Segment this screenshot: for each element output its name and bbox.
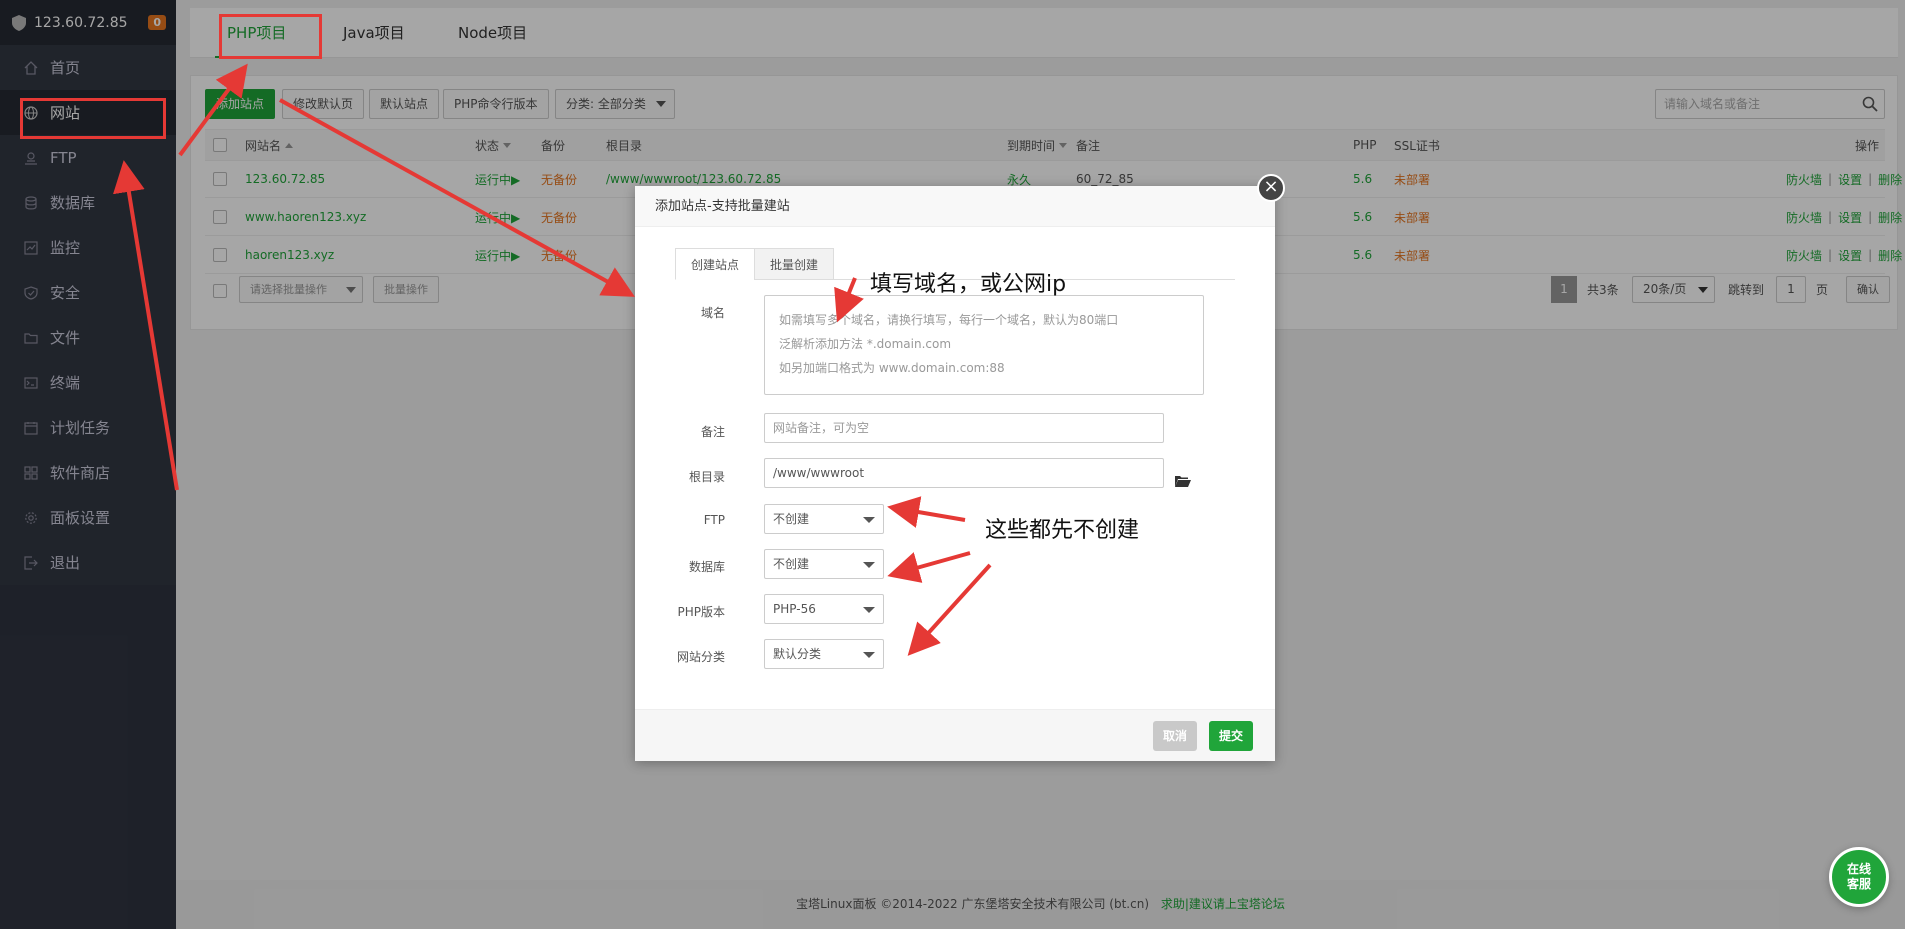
- php-version-label: PHP版本: [677, 605, 726, 619]
- domain-textarea[interactable]: 如需填写多个域名，请换行填写，每行一个域名，默认为80端口 泛解析添加方法 *.…: [764, 295, 1204, 395]
- ftp-select-value: 不创建: [773, 512, 810, 526]
- annotation-domain-tip: 填写域名，或公网ip: [870, 272, 1067, 297]
- site-category-select[interactable]: 默认分类: [764, 639, 884, 669]
- chat-label-line1: 在线: [1846, 862, 1871, 876]
- annotation-no-create-tip: 这些都先不创建: [985, 518, 1140, 543]
- database-select-value: 不创建: [773, 557, 810, 571]
- root-dir-input[interactable]: /www/wwwroot: [764, 458, 1164, 488]
- chat-label-line2: 客服: [1846, 877, 1871, 891]
- ftp-select[interactable]: 不创建: [764, 504, 884, 534]
- note-label: 备注: [700, 425, 725, 439]
- domain-hint-line: 泛解析添加方法 *.domain.com: [779, 337, 952, 351]
- cancel-button[interactable]: 取消: [1153, 721, 1198, 751]
- chevron-down-icon: [863, 607, 875, 613]
- highlight-box-php-tab: [219, 14, 322, 59]
- folder-open-icon[interactable]: [1175, 474, 1191, 488]
- note-input[interactable]: 网站备注，可为空: [764, 413, 1164, 443]
- close-icon[interactable]: ×: [1257, 174, 1285, 202]
- root-label: 根目录: [688, 470, 725, 484]
- php-version-select[interactable]: PHP-56: [764, 594, 884, 624]
- chevron-down-icon: [863, 562, 875, 568]
- online-support-button[interactable]: 在线 客服: [1829, 847, 1889, 907]
- dialog-footer: 取消 提交: [635, 709, 1275, 761]
- domain-label: 域名: [700, 306, 725, 320]
- highlight-box-website: [20, 98, 166, 139]
- submit-button[interactable]: 提交: [1209, 721, 1254, 751]
- chevron-down-icon: [863, 517, 875, 523]
- ftp-label: FTP: [703, 513, 725, 527]
- database-label: 数据库: [688, 560, 725, 574]
- domain-hint-line: 如需填写多个域名，请换行填写，每行一个域名，默认为80端口: [779, 313, 1119, 327]
- php-version-value: PHP-56: [773, 602, 816, 616]
- dialog-title: 添加站点-支持批量建站: [635, 186, 1275, 227]
- domain-hint-line: 如另加端口格式为 www.domain.com:88: [779, 361, 1005, 375]
- chevron-down-icon: [863, 652, 875, 658]
- tab-batch-create[interactable]: 批量创建: [754, 248, 835, 280]
- tab-create-site[interactable]: 创建站点: [675, 248, 756, 280]
- site-category-value: 默认分类: [773, 647, 822, 661]
- database-select[interactable]: 不创建: [764, 549, 884, 579]
- site-category-label: 网站分类: [676, 650, 725, 664]
